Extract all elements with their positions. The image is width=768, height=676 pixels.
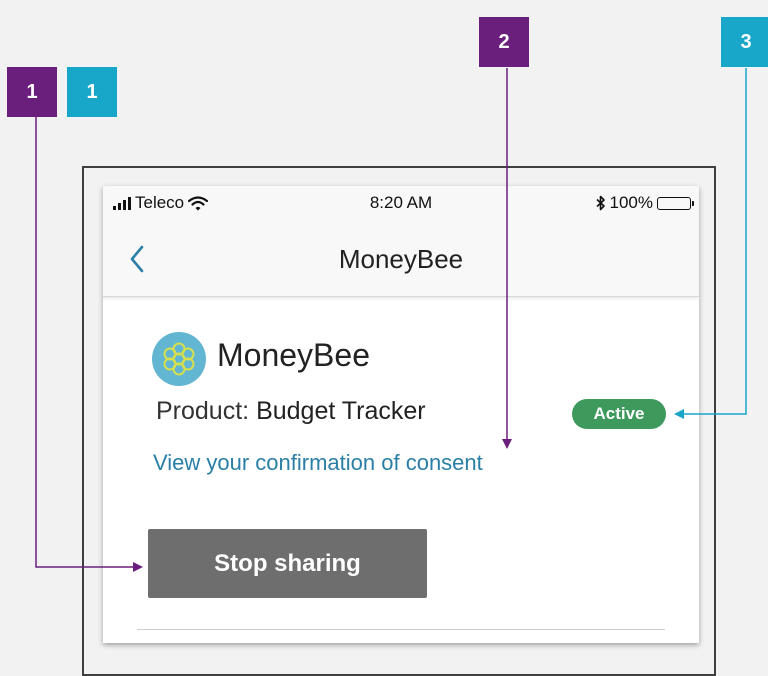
annotation-arrows — [35, 68, 747, 572]
arrow-2-head — [502, 439, 512, 449]
arrow-1-head — [133, 562, 143, 572]
arrow-1 — [35, 117, 135, 568]
arrow-3-head — [674, 409, 684, 419]
arrow-3 — [683, 68, 747, 415]
